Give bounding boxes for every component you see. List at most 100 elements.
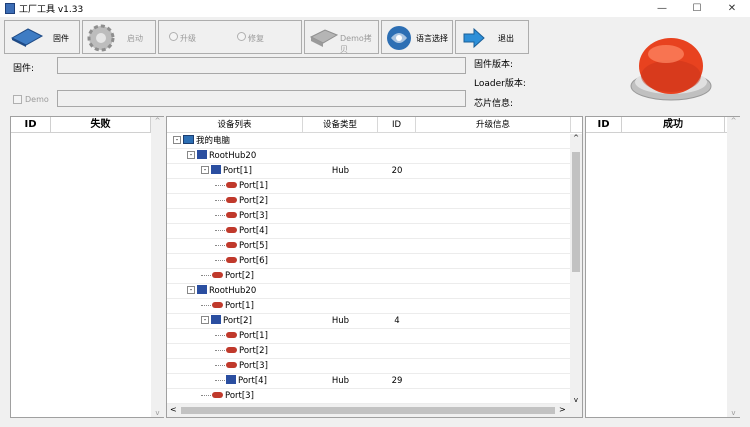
fail-col-name[interactable]: 失败 xyxy=(51,117,151,132)
device-row[interactable]: - RootHub20 xyxy=(167,284,571,299)
fail-list[interactable]: ID 失败 ^ v xyxy=(10,116,164,418)
tree-expand-toggle[interactable]: - xyxy=(173,135,181,144)
device-name-cell[interactable]: Port[2] xyxy=(215,194,268,209)
success-list[interactable]: ID 成功 ^ v xyxy=(585,116,740,418)
tree-line xyxy=(215,380,225,381)
language-button[interactable]: 语言选择 xyxy=(381,20,453,54)
computer-icon xyxy=(183,135,194,144)
device-row[interactable]: Port[1] xyxy=(167,179,571,194)
start-button[interactable]: 启动 xyxy=(82,20,156,54)
device-row[interactable]: Port[3] xyxy=(167,209,571,224)
device-name-cell[interactable]: Port[1] xyxy=(215,329,268,344)
demo-label: Demo xyxy=(25,95,49,104)
device-name-cell[interactable]: Port[5] xyxy=(215,239,268,254)
device-name-cell[interactable]: Port[4] xyxy=(215,374,267,389)
exit-button[interactable]: 退出 xyxy=(455,20,529,54)
device-name-cell[interactable]: Port[6] xyxy=(215,254,268,269)
device-type-cell xyxy=(303,269,378,284)
tree-line xyxy=(215,200,225,201)
device-name-cell[interactable]: Port[2] xyxy=(215,344,268,359)
device-name-cell[interactable]: - 我的电脑 xyxy=(173,134,230,149)
success-scrollbar[interactable]: ^ v xyxy=(727,117,740,417)
minimize-button[interactable]: — xyxy=(645,0,679,17)
device-name: Port[1] xyxy=(225,301,254,311)
device-row[interactable]: Port[2] xyxy=(167,194,571,209)
fail-col-id[interactable]: ID xyxy=(11,117,51,132)
device-vscroll-thumb[interactable] xyxy=(572,152,580,272)
device-name-cell[interactable]: - Port[2] xyxy=(201,314,252,329)
device-row[interactable]: - Port[1] Hub 20 xyxy=(167,164,571,179)
device-row[interactable]: - 我的电脑 xyxy=(167,134,571,149)
maximize-button[interactable]: ☐ xyxy=(680,0,714,17)
device-name: 我的电脑 xyxy=(196,136,231,146)
col-device-type[interactable]: 设备类型 xyxy=(303,117,378,132)
device-row[interactable]: Port[4] xyxy=(167,224,571,239)
demo-copy-button[interactable]: Demo拷贝 xyxy=(304,20,379,54)
device-name-cell[interactable]: Port[1] xyxy=(201,299,254,314)
col-id[interactable]: ID xyxy=(378,117,416,132)
usb-port-icon xyxy=(226,196,237,203)
device-name-cell[interactable]: Port[3] xyxy=(215,359,268,374)
tree-expand-toggle[interactable]: - xyxy=(201,315,209,324)
firmware-label: 固件 xyxy=(53,34,69,43)
success-col-id[interactable]: ID xyxy=(586,117,622,132)
device-id-cell: 20 xyxy=(391,166,403,176)
start-label: 启动 xyxy=(127,34,143,43)
device-name-cell[interactable]: - Port[1] xyxy=(201,164,252,179)
device-row[interactable]: Port[3] xyxy=(167,389,571,404)
device-name-cell[interactable]: - RootHub20 xyxy=(187,284,256,299)
device-name-cell[interactable]: Port[1] xyxy=(215,179,268,194)
device-row[interactable]: Port[5] xyxy=(167,239,571,254)
device-name: Port[3] xyxy=(239,361,268,371)
device-row[interactable]: - RootHub20 xyxy=(167,149,571,164)
device-row[interactable]: Port[1] xyxy=(167,329,571,344)
repair-radio[interactable] xyxy=(237,32,246,41)
device-row[interactable]: Port[6] xyxy=(167,254,571,269)
big-red-start-button[interactable] xyxy=(626,26,716,106)
device-row[interactable]: - Port[2] Hub 4 xyxy=(167,314,571,329)
device-row[interactable]: Port[2] xyxy=(167,269,571,284)
upgrade-radio[interactable] xyxy=(169,32,178,41)
device-hscroll-thumb[interactable] xyxy=(181,407,555,414)
firmware-path-field[interactable] xyxy=(57,57,466,74)
device-name: Port[2] xyxy=(223,316,252,326)
tree-expand-toggle[interactable]: - xyxy=(201,165,209,174)
usb-port-icon xyxy=(226,181,237,188)
success-col-name[interactable]: 成功 xyxy=(622,117,725,132)
usb-hub-icon xyxy=(197,285,207,294)
firmware-field-label: 固件: xyxy=(13,64,35,74)
device-name-cell[interactable]: Port[4] xyxy=(215,224,268,239)
device-row[interactable]: Port[1] xyxy=(167,299,571,314)
device-row[interactable]: Port[3] xyxy=(167,359,571,374)
col-device-list[interactable]: 设备列表 xyxy=(167,117,303,132)
firmware-button[interactable]: 固件 xyxy=(4,20,80,54)
device-row[interactable]: Port[4] Hub 29 xyxy=(167,374,571,389)
device-type-cell xyxy=(303,389,378,404)
device-name-cell[interactable]: Port[3] xyxy=(201,389,254,404)
device-table-header: 设备列表 设备类型 ID 升级信息 xyxy=(167,117,582,133)
demo-checkbox[interactable] xyxy=(13,95,22,104)
tree-expand-toggle[interactable]: - xyxy=(187,150,195,159)
device-name-cell[interactable]: Port[3] xyxy=(215,209,268,224)
device-type-cell xyxy=(303,179,378,194)
loader-version-label: Loader版本: xyxy=(474,79,526,89)
device-name: Port[2] xyxy=(239,196,268,206)
demo-path-field[interactable] xyxy=(57,90,466,107)
tree-line xyxy=(201,395,211,396)
fail-scrollbar[interactable]: ^ v xyxy=(151,117,164,417)
device-vscrollbar[interactable]: ^ v xyxy=(570,134,582,404)
device-table[interactable]: 设备列表 设备类型 ID 升级信息 - 我的电脑 - RootHub20- Port[1… xyxy=(166,116,583,418)
close-button[interactable]: ✕ xyxy=(715,0,749,17)
device-name-cell[interactable]: - RootHub20 xyxy=(187,149,256,164)
tree-expand-toggle[interactable]: - xyxy=(187,285,195,294)
title-bar: 工厂工具 v1.33 — ☐ ✕ xyxy=(0,0,750,17)
device-id-cell: 4 xyxy=(394,316,400,326)
device-type-cell xyxy=(303,329,378,344)
device-name: Port[1] xyxy=(223,166,252,176)
device-type-cell xyxy=(303,194,378,209)
usb-hub-icon xyxy=(226,375,236,384)
device-hscrollbar[interactable]: < > xyxy=(167,404,582,417)
device-name-cell[interactable]: Port[2] xyxy=(201,269,254,284)
device-row[interactable]: Port[2] xyxy=(167,344,571,359)
col-upgrade-info[interactable]: 升级信息 xyxy=(416,117,571,132)
